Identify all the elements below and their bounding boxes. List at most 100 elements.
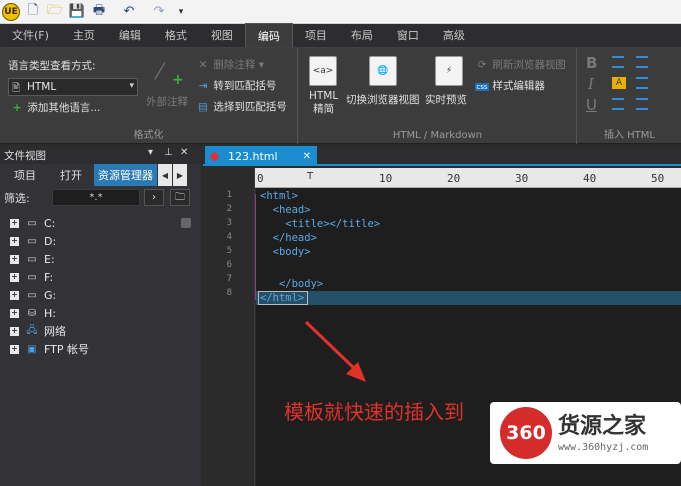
tree-item-ftp-accounts[interactable]: + ▣ FTP 帐号	[0, 340, 201, 358]
ftp-icon: ▣	[27, 343, 37, 355]
tree-item-drive-d[interactable]: + ▭ D:	[0, 232, 201, 250]
expand-icon[interactable]: +	[10, 254, 19, 264]
pin-icon[interactable]: ⊥	[164, 147, 173, 158]
tab-project-files[interactable]: 项目	[2, 164, 48, 186]
html-file-icon: 🖹	[12, 83, 21, 94]
goto-bracket-label: 转到匹配括号	[213, 80, 277, 92]
open-folder-icon[interactable]: 🗁	[46, 3, 64, 21]
plus-icon: +	[12, 102, 22, 114]
tree-item-label: H:	[44, 306, 56, 320]
filter-input[interactable]: *.*	[52, 189, 140, 206]
redo-icon[interactable]: ↷	[150, 3, 168, 21]
list-icon[interactable]	[612, 56, 624, 68]
tab-scroll-left-icon[interactable]: ◀	[158, 164, 172, 186]
align-center-icon[interactable]	[636, 77, 648, 89]
document-tab[interactable]: 123.html ✕	[205, 146, 317, 166]
underline-icon[interactable]: U	[586, 96, 597, 114]
html-tidy-icon: <a>	[309, 56, 337, 86]
code-line: </body>	[260, 278, 324, 290]
external-comment-button[interactable]: 外部注释	[146, 94, 188, 109]
close-icon[interactable]: ✕	[180, 147, 188, 158]
save-icon[interactable]: 💾	[68, 3, 86, 21]
delete-comment-icon: ✕	[198, 59, 208, 71]
ruler-number: 0	[257, 172, 264, 185]
language-select-value: HTML	[27, 81, 57, 93]
tab-explorer[interactable]: 资源管理器	[94, 164, 157, 186]
line-number: 8	[226, 288, 232, 298]
add-other-language-label: 添加其他语言...	[27, 102, 101, 114]
browser-view-icon: 🌐	[369, 56, 397, 86]
expand-icon[interactable]: +	[10, 236, 19, 246]
toggle-browser-view-button[interactable]: 切换浏览器视图	[346, 92, 420, 107]
chevron-down-icon: ▾	[258, 59, 264, 71]
italic-icon[interactable]: I	[588, 75, 594, 93]
tree-item-drive-e[interactable]: + ▭ E:	[0, 250, 201, 268]
line-number: 6	[226, 260, 232, 270]
tab-project[interactable]: 项目	[293, 23, 339, 47]
tab-view[interactable]: 视图	[199, 23, 245, 47]
new-file-icon[interactable]: 🗋	[24, 3, 42, 21]
tree-item-drive-g[interactable]: + ▭ G:	[0, 286, 201, 304]
lock-icon	[181, 218, 191, 228]
delete-comment-button[interactable]: ✕ 删除注释 ▾	[196, 57, 264, 72]
ruler-number: 50	[651, 172, 665, 185]
drive-tree: + ▭ C: + ▭ D: + ▭ E: + ▭ F: + ▭ G: + ⛁ H…	[0, 210, 201, 358]
expand-icon[interactable]: +	[10, 308, 19, 318]
customize-toolbar-icon[interactable]: ▾	[172, 3, 190, 21]
tab-advanced[interactable]: 高级	[431, 23, 477, 47]
chevron-down-icon: ▾	[129, 81, 134, 91]
filter-go-button[interactable]: ›	[144, 189, 164, 206]
add-other-language-button[interactable]: + 添加其他语言...	[10, 100, 101, 115]
network-icon: 🖧	[26, 324, 38, 336]
tree-item-drive-h[interactable]: + ⛁ H:	[0, 304, 201, 322]
live-preview-button[interactable]: 实时预览	[425, 92, 467, 107]
align-left-icon[interactable]	[636, 56, 648, 68]
tab-window[interactable]: 窗口	[385, 23, 431, 47]
undo-icon[interactable]: ↶	[120, 3, 138, 21]
print-icon[interactable]: 🖶	[90, 3, 108, 21]
tab-layout[interactable]: 布局	[339, 23, 385, 47]
tree-item-label: FTP 帐号	[44, 343, 89, 356]
browse-folder-icon[interactable]: 🗀	[170, 189, 190, 206]
code-line: <body>	[260, 246, 311, 258]
expand-icon[interactable]: +	[10, 344, 19, 354]
line-number-gutter: 1 2 3 4 5 6 7 8	[203, 168, 257, 486]
tree-item-drive-f[interactable]: + ▭ F:	[0, 268, 201, 286]
comment-plus-icon: +	[172, 72, 184, 88]
panel-menu-icon[interactable]: ▾	[148, 147, 153, 158]
tab-home[interactable]: 主页	[61, 23, 107, 47]
expand-icon[interactable]: +	[10, 272, 19, 282]
tree-item-label: G:	[44, 288, 57, 302]
ribbon-group-html-markdown: <a> HTML 精简 🌐 切换浏览器视图 ⚡ 实时预览 ⟳ 刷新浏览器视图 c…	[299, 48, 577, 144]
refresh-browser-button[interactable]: ⟳ 刷新浏览器视图	[475, 57, 566, 72]
tree-item-network[interactable]: + 🖧 网络	[0, 322, 201, 340]
html-tidy-button[interactable]: HTML 精简	[309, 90, 338, 116]
indent-icon[interactable]	[612, 98, 624, 110]
language-select[interactable]: 🖹 HTML ▾	[8, 78, 138, 96]
style-editor-button[interactable]: css 样式编辑器	[475, 78, 545, 93]
tab-edit[interactable]: 编辑	[107, 23, 153, 47]
goto-matching-bracket-button[interactable]: ⇥ 转到匹配括号	[196, 78, 277, 93]
tab-format[interactable]: 格式	[153, 23, 199, 47]
expand-icon[interactable]: +	[10, 326, 19, 336]
tab-coding[interactable]: 编码	[244, 23, 293, 47]
tree-item-drive-c[interactable]: + ▭ C:	[0, 214, 201, 232]
watermark-brand: 货源之家	[558, 413, 647, 439]
close-tab-icon[interactable]: ✕	[303, 151, 311, 162]
drive-icon: ▭	[27, 217, 37, 229]
document-tab-bar: 123.html ✕	[203, 146, 681, 166]
select-to-bracket-button[interactable]: ▤ 选择到匹配括号	[196, 99, 287, 114]
app-logo-icon[interactable]: UE	[2, 2, 20, 21]
bold-icon[interactable]: B	[586, 54, 597, 72]
font-color-icon[interactable]: A	[612, 77, 626, 89]
tab-file[interactable]: 文件(F)	[0, 23, 61, 47]
drive-icon: ▭	[27, 289, 37, 301]
expand-icon[interactable]: +	[10, 218, 19, 228]
tab-scroll-right-icon[interactable]: ▶	[173, 164, 187, 186]
ruler-number: 10	[379, 172, 393, 185]
expand-icon[interactable]: +	[10, 290, 19, 300]
align-right-icon[interactable]	[636, 98, 648, 110]
annotation-arrow-icon	[304, 320, 366, 382]
ruler-cursor-marker: T	[307, 171, 314, 182]
tab-open-files[interactable]: 打开	[48, 164, 94, 186]
